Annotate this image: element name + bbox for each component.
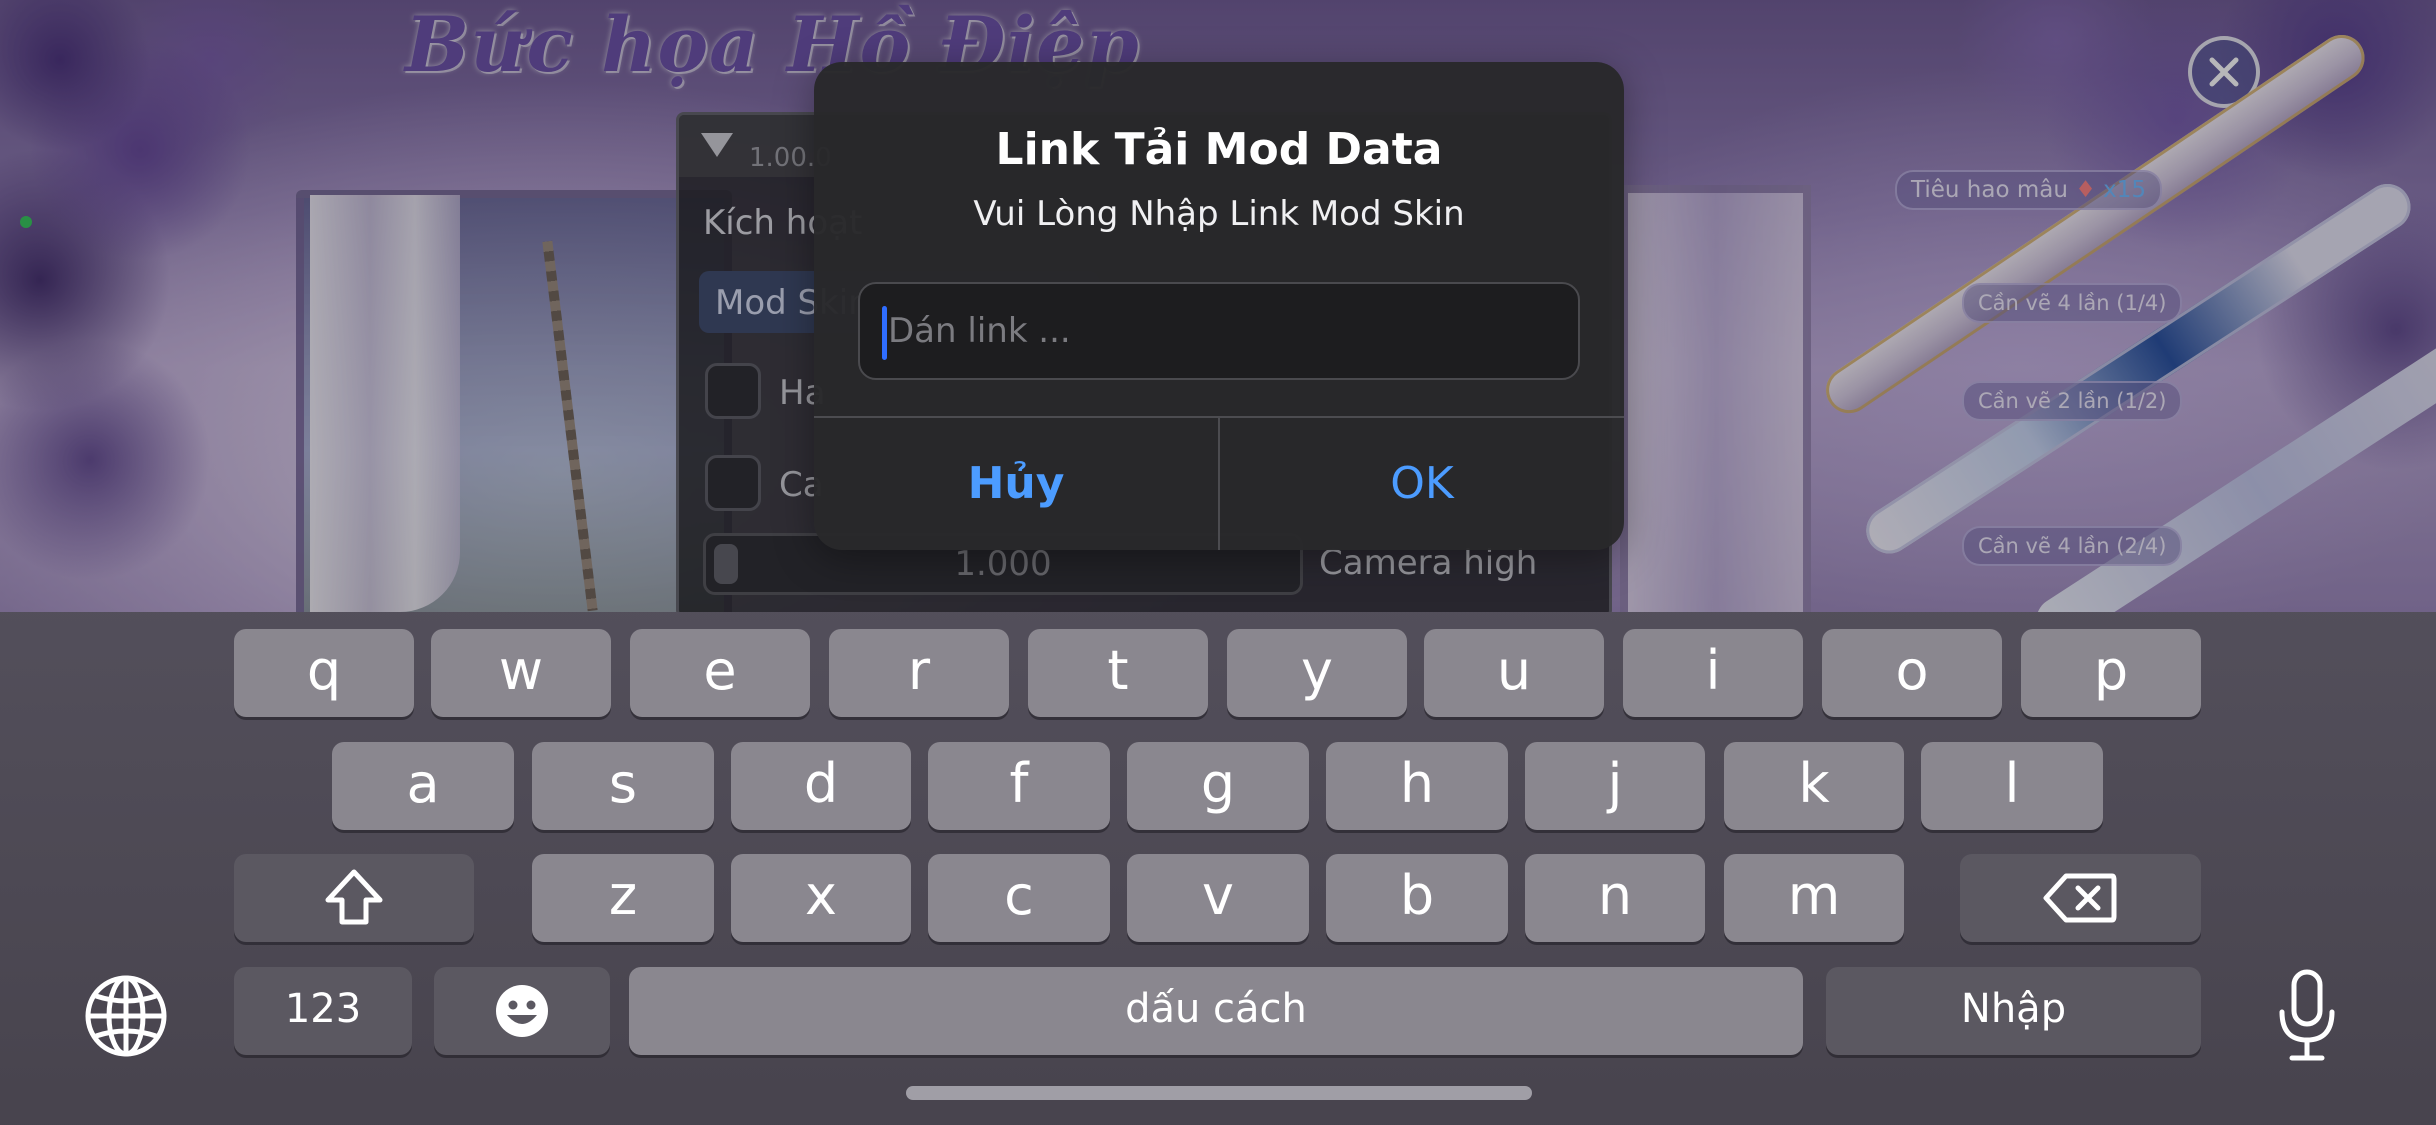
key-y[interactable]: y <box>1227 629 1407 717</box>
globe-icon <box>85 975 167 1057</box>
cancel-button[interactable]: Hủy <box>814 418 1218 550</box>
return-key[interactable]: Nhập <box>1826 967 2201 1055</box>
emoji-icon <box>496 985 548 1037</box>
delete-key[interactable] <box>1960 854 2201 942</box>
home-indicator[interactable] <box>906 1086 1532 1100</box>
key-c[interactable]: c <box>928 854 1110 942</box>
key-label: m <box>1787 864 1841 927</box>
key-l[interactable]: l <box>1921 742 2103 830</box>
mod-link-alert-dialog: Link Tải Mod Data Vui Lòng Nhập Link Mod… <box>814 62 1624 550</box>
key-i[interactable]: i <box>1623 629 1803 717</box>
key-label: x <box>805 864 837 927</box>
key-label: r <box>907 639 931 702</box>
key-label: y <box>1301 639 1333 702</box>
key-r[interactable]: r <box>829 629 1009 717</box>
key-label: l <box>2004 752 2020 815</box>
key-f[interactable]: f <box>928 742 1110 830</box>
key-label: u <box>1496 639 1532 702</box>
key-n[interactable]: n <box>1525 854 1705 942</box>
dictation-button[interactable] <box>2276 968 2338 1064</box>
key-b[interactable]: b <box>1326 854 1508 942</box>
key-label: d <box>803 752 839 815</box>
key-label: o <box>1895 639 1929 702</box>
key-m[interactable]: m <box>1724 854 1904 942</box>
ok-button[interactable]: OK <box>1220 418 1624 550</box>
onscreen-keyboard: q w e r t y u i o p a s d f g h j k l z … <box>0 612 2436 1125</box>
key-label: Nhập <box>1960 986 2067 1032</box>
key-label: t <box>1107 639 1129 702</box>
key-u[interactable]: u <box>1424 629 1604 717</box>
key-d[interactable]: d <box>731 742 911 830</box>
key-h[interactable]: h <box>1326 742 1508 830</box>
numbers-key[interactable]: 123 <box>234 967 412 1055</box>
key-label: dấu cách <box>1125 986 1307 1032</box>
microphone-icon <box>2279 969 2335 1061</box>
key-t[interactable]: t <box>1028 629 1208 717</box>
key-label: b <box>1399 864 1435 927</box>
key-label: f <box>1009 752 1029 815</box>
key-label: z <box>608 864 638 927</box>
key-q[interactable]: q <box>234 629 414 717</box>
key-x[interactable]: x <box>731 854 911 942</box>
key-label: s <box>608 752 638 815</box>
key-label: q <box>306 639 342 702</box>
key-label: g <box>1200 752 1236 815</box>
alert-message: Vui Lòng Nhập Link Mod Skin <box>973 194 1465 234</box>
key-label: n <box>1597 864 1633 927</box>
key-a[interactable]: a <box>332 742 514 830</box>
key-label: j <box>1607 752 1623 815</box>
key-label: k <box>1798 752 1830 815</box>
key-label: w <box>498 639 544 702</box>
alert-title: Link Tải Mod Data <box>995 124 1443 175</box>
key-label: 123 <box>284 986 362 1032</box>
key-j[interactable]: j <box>1525 742 1705 830</box>
key-label: a <box>406 752 440 815</box>
key-g[interactable]: g <box>1127 742 1309 830</box>
key-label: c <box>1004 864 1034 927</box>
key-s[interactable]: s <box>532 742 714 830</box>
key-o[interactable]: o <box>1822 629 2002 717</box>
key-p[interactable]: p <box>2021 629 2201 717</box>
key-label: h <box>1399 752 1435 815</box>
key-v[interactable]: v <box>1127 854 1309 942</box>
key-w[interactable]: w <box>431 629 611 717</box>
space-key[interactable]: dấu cách <box>629 967 1803 1055</box>
link-input-field[interactable] <box>858 282 1580 380</box>
key-label: v <box>1202 864 1234 927</box>
shift-icon <box>325 869 383 925</box>
link-input[interactable] <box>878 284 1558 378</box>
emoji-key[interactable] <box>434 967 610 1055</box>
globe-button[interactable] <box>84 974 168 1058</box>
key-e[interactable]: e <box>630 629 810 717</box>
key-z[interactable]: z <box>532 854 714 942</box>
key-label: p <box>2093 639 2129 702</box>
shift-key[interactable] <box>234 854 474 942</box>
key-label: i <box>1705 639 1721 702</box>
delete-icon <box>2043 873 2117 923</box>
key-k[interactable]: k <box>1724 742 1904 830</box>
key-label: e <box>703 639 737 702</box>
